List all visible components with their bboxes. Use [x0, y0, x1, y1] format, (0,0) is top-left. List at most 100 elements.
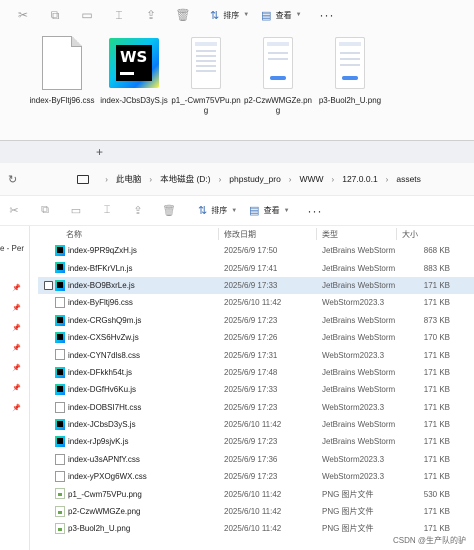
chevron-right-icon: › [385, 174, 389, 184]
pin-icon: 📌 [12, 305, 21, 312]
sort-label: 排序 [211, 206, 228, 215]
cut-icon[interactable]: ✂ [6, 204, 22, 217]
new-tab-button[interactable]: + [96, 145, 103, 159]
file-rows: index-9PR9qZxH.js 2025/6/9 17:50 JetBrains… [38, 242, 474, 538]
table-row[interactable]: index-DFkkh54t.js 2025/6/9 17:48 JetBrains… [38, 364, 474, 381]
sort-button[interactable]: ⇅ 排序 ▼ [204, 4, 255, 26]
sort-label: 排序 [223, 10, 240, 20]
refresh-icon[interactable]: ↻ [8, 173, 17, 186]
column-size-header[interactable]: 大小 [402, 229, 418, 240]
delete-icon[interactable]: 🗑 [161, 204, 177, 217]
row-checkbox[interactable] [44, 280, 53, 290]
png-file-icon [55, 523, 65, 535]
table-row[interactable]: index-9PR9qZxH.js 2025/6/9 17:50 JetBrains… [38, 242, 474, 259]
modified-date: 2025/6/9 17:23 [224, 437, 278, 447]
modified-date: 2025/6/9 17:23 [224, 472, 278, 482]
table-row[interactable]: p1_-Cwm75VPu.png 2025/6/10 11:42 PNG 图片文件 5… [38, 485, 474, 502]
view-icon: ▤ [261, 9, 272, 22]
file-size: 171 KB [423, 280, 450, 290]
sort-icon: ⇅ [198, 205, 208, 217]
file-type: JetBrains WebStorm [322, 333, 396, 343]
paste-icon[interactable]: ▭ [68, 204, 84, 217]
modified-date: 2025/6/9 17:23 [224, 315, 278, 325]
table-row[interactable]: index-CXS6HvZw.js 2025/6/9 17:26 JetBrains… [38, 329, 474, 346]
copy-icon[interactable]: ⧉ [44, 4, 66, 26]
monitor-icon [77, 174, 90, 184]
more-options-button[interactable]: ··· [320, 8, 335, 22]
file-size: 171 KB [423, 437, 450, 447]
generic-file-icon [42, 36, 82, 90]
share-icon[interactable]: ⇪ [130, 204, 146, 217]
png-thumbnail [335, 37, 365, 89]
command-bar: ✂ ⧉ ▭ ⌶ ⇪ 🗑 ⇅ 排序 ▼ ▤ 查看 ▼ ··· [0, 196, 474, 226]
webstorm-icon [55, 418, 65, 430]
file-name: index-JCbsD3yS.js [68, 420, 136, 430]
file-size: 171 KB [423, 507, 450, 517]
list-header: 名称 修改日期 类型 大小 [38, 226, 474, 242]
chevron-down-icon: ▼ [283, 207, 290, 214]
rename-icon[interactable]: ⌶ [99, 204, 115, 217]
file-size: 171 KB [423, 402, 450, 412]
modified-date: 2025/6/9 17:41 [224, 263, 278, 273]
table-row[interactable]: index-yPXOg6WX.css 2025/6/9 17:23 WebStorm… [38, 468, 474, 485]
copy-icon[interactable]: ⧉ [37, 204, 53, 217]
modified-date: 2025/6/10 11:42 [224, 507, 282, 517]
chevron-right-icon: › [149, 174, 153, 184]
breadcrumb-item[interactable]: WWW [299, 174, 323, 184]
table-row[interactable]: index-BO9BxrLe.js 2025/6/9 17:33 JetBrains… [38, 276, 474, 295]
table-row[interactable]: index-u3sAPNfY.css 2025/6/9 17:36 WebStorm… [38, 451, 474, 468]
rename-icon[interactable]: ⌶ [108, 4, 130, 26]
file-type: WebStorm2023.3 [322, 472, 385, 482]
file-tile[interactable]: index-ByFltj96.css [26, 32, 98, 116]
paste-icon[interactable]: ▭ [76, 4, 98, 26]
view-button[interactable]: ▤ 查看 ▼ [255, 4, 307, 26]
column-name-header[interactable]: 名称 [66, 229, 82, 240]
file-name: index-ByFltj96.css [68, 298, 133, 308]
breadcrumb[interactable]: › 此电脑 › 本地磁盘 (D:) › phpstudy_pro › WWW ›… [53, 168, 421, 190]
file-tile[interactable]: p2-CzwWMGZe.png [242, 32, 314, 116]
delete-icon[interactable]: 🗑 [172, 4, 194, 26]
file-type: JetBrains WebStorm [322, 280, 396, 290]
table-row[interactable]: index-CYN7dls8.css 2025/6/9 17:31 WebStorm… [38, 346, 474, 363]
modified-date: 2025/6/10 11:42 [224, 524, 282, 534]
file-size: 171 KB [423, 524, 450, 534]
sort-button[interactable]: ⇅ 排序 ▼ [192, 200, 243, 222]
table-row[interactable]: index-CRGshQ9m.js 2025/6/9 17:23 JetBrains… [38, 312, 474, 329]
nav-item-label[interactable]: e - Per [0, 244, 24, 253]
table-row[interactable]: p2-CzwWMGZe.png 2025/6/10 11:42 PNG 图片文件 17… [38, 503, 474, 520]
file-size: 171 KB [423, 454, 450, 464]
column-type-header[interactable]: 类型 [322, 229, 338, 240]
column-date-header[interactable]: 修改日期 [224, 229, 256, 240]
css-file-icon [55, 471, 65, 483]
breadcrumb-item[interactable]: 此电脑 [116, 173, 142, 185]
table-row[interactable]: index-DOBSI7Ht.css 2025/6/9 17:23 WebStorm… [38, 399, 474, 416]
share-icon[interactable]: ⇪ [140, 4, 162, 26]
table-row[interactable]: index-BfFKrVLn.js 2025/6/9 17:41 JetBrains… [38, 259, 474, 276]
file-size: 171 KB [423, 472, 450, 482]
file-type: PNG 图片文件 [322, 489, 374, 499]
file-name: index-CYN7dls8.css [68, 350, 141, 360]
breadcrumb-item[interactable]: phpstudy_pro [229, 174, 281, 184]
cut-icon[interactable]: ✂ [12, 4, 34, 26]
tab-bar: + [0, 141, 474, 163]
modified-date: 2025/6/9 17:33 [224, 280, 278, 290]
more-options-button[interactable]: ··· [308, 204, 323, 218]
view-button[interactable]: ▤ 查看 ▼ [243, 200, 295, 222]
file-tile[interactable]: p1_-Cwm75VPu.png [170, 32, 242, 116]
table-row[interactable]: index-DGfHv6Ku.js 2025/6/9 17:33 JetBrains… [38, 381, 474, 398]
pin-icon: 📌 [12, 365, 21, 372]
table-row[interactable]: index-JCbsD3yS.js 2025/6/10 11:42 JetBrain… [38, 416, 474, 433]
breadcrumb-item[interactable]: assets [396, 174, 421, 184]
table-row[interactable]: index-rJp9sjvK.js 2025/6/9 17:23 JetBrains… [38, 433, 474, 450]
file-name: p1_-Cwm75VPu.png [68, 489, 142, 499]
file-type: WebStorm2023.3 [322, 298, 385, 308]
file-size: 530 KB [423, 489, 450, 499]
file-type: JetBrains WebStorm [322, 385, 396, 395]
breadcrumb-item[interactable]: 本地磁盘 (D:) [160, 173, 211, 185]
file-tile[interactable]: WS index-JCbsD3yS.js [98, 32, 170, 116]
breadcrumb-item[interactable]: 127.0.0.1 [342, 174, 377, 184]
file-tile[interactable]: p3-Buol2h_U.png [314, 32, 386, 116]
table-row[interactable]: index-ByFltj96.css 2025/6/10 11:42 WebStor… [38, 294, 474, 311]
file-name: index-ByFltj96.css [29, 96, 95, 105]
file-type: JetBrains WebStorm [322, 367, 396, 377]
